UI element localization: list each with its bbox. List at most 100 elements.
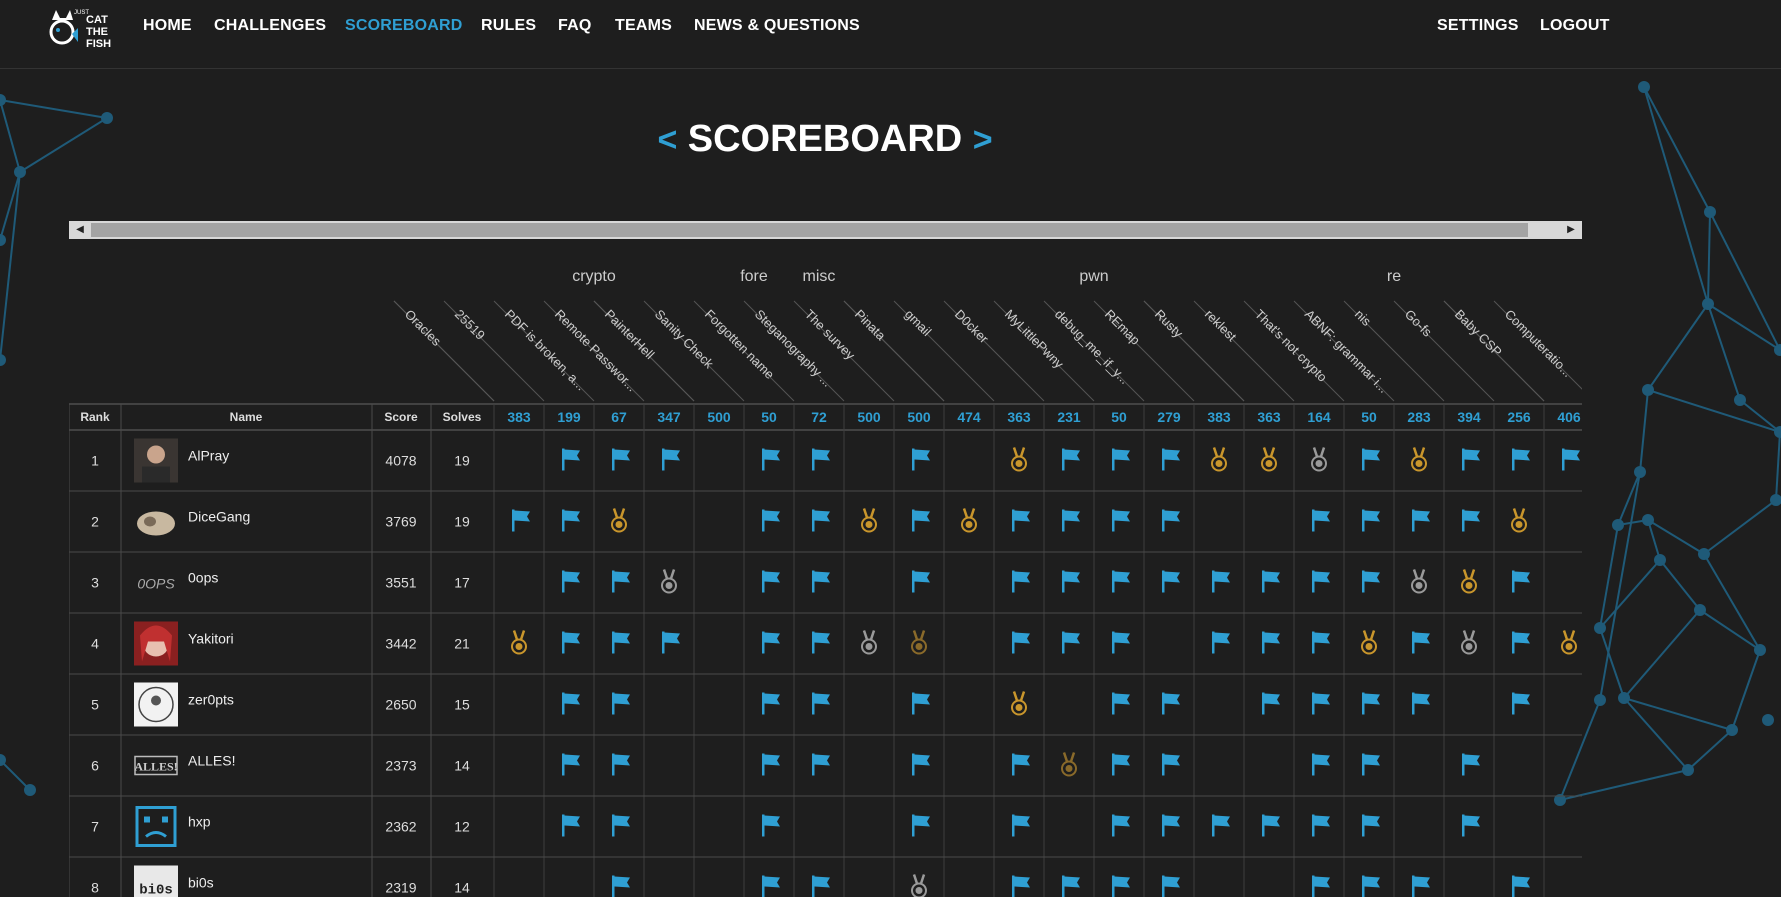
team-score: 3769	[385, 514, 416, 530]
network-edge	[1707, 303, 1741, 401]
team-row[interactable]	[69, 552, 1582, 613]
challenge-points-label: 283	[1407, 409, 1431, 425]
team-score: 4078	[385, 453, 416, 469]
team-row[interactable]	[69, 735, 1582, 796]
challenge-points-label: 256	[1507, 409, 1531, 425]
network-node	[14, 166, 26, 178]
svg-text:THE: THE	[86, 26, 108, 38]
nav-logout[interactable]: LOGOUT	[1540, 17, 1610, 35]
network-node	[1762, 714, 1774, 726]
challenge-points-label: 394	[1457, 409, 1481, 425]
network-edge	[1623, 609, 1701, 699]
network-node	[0, 234, 6, 246]
team-solves: 15	[454, 697, 470, 713]
network-edge	[1731, 649, 1761, 731]
network-edge	[1647, 389, 1781, 433]
challenge-name-label: Oracles	[402, 307, 445, 350]
network-node	[0, 354, 6, 366]
network-edge	[1647, 303, 1709, 391]
challenge-points-label: 363	[1007, 409, 1031, 425]
category-label-misc: misc	[803, 268, 836, 285]
network-node	[1654, 554, 1666, 566]
scroll-right-arrow-icon[interactable]: ▶	[1564, 224, 1578, 236]
nav-teams[interactable]: TEAMS	[615, 17, 672, 35]
network-edge	[1699, 609, 1761, 651]
anime-avatar	[134, 621, 178, 666]
team-solves: 19	[454, 514, 470, 530]
horizontal-scrollbar[interactable]: ◀ ▶	[69, 221, 1582, 239]
nav-scoreboard[interactable]: SCOREBOARD	[345, 17, 463, 35]
challenge-points-label: 383	[1207, 409, 1231, 425]
nav-settings[interactable]: SETTINGS	[1437, 17, 1519, 35]
team-name-link[interactable]: hxp	[188, 814, 211, 830]
svg-text:bi0s: bi0s	[139, 883, 173, 897]
network-edge	[1617, 471, 1641, 526]
scrollbar-thumb[interactable]	[91, 223, 1528, 237]
team-name-link[interactable]: bi0s	[188, 875, 214, 891]
team-score: 3442	[385, 636, 416, 652]
network-edge	[1643, 86, 1711, 213]
team-row[interactable]	[69, 613, 1582, 674]
name-column-header: Name	[230, 410, 263, 424]
team-row[interactable]	[69, 491, 1582, 552]
team-rank: 8	[91, 880, 99, 896]
page-title: < SCOREBOARD >	[0, 118, 1650, 161]
nav-faq[interactable]: FAQ	[558, 17, 592, 35]
cat-fish-logo[interactable]: JUST CAT THE FISH	[44, 4, 122, 50]
network-edge	[1623, 697, 1689, 771]
challenge-points-label: 406	[1557, 409, 1581, 425]
team-row[interactable]	[69, 796, 1582, 857]
team-name-link[interactable]: AlPray	[188, 448, 229, 464]
network-edge	[1703, 499, 1777, 555]
svg-text:CAT: CAT	[86, 14, 108, 26]
team-rank: 6	[91, 758, 99, 774]
team-name-link[interactable]: zer0pts	[188, 692, 234, 708]
team-score: 2362	[385, 819, 416, 835]
team-solves: 12	[454, 819, 470, 835]
challenge-points-label: 474	[957, 409, 981, 425]
team-row[interactable]	[69, 430, 1582, 491]
category-label-re: re	[1387, 268, 1401, 285]
team-rank: 4	[91, 636, 99, 652]
team-score: 2373	[385, 758, 416, 774]
challenge-points-label: 50	[1111, 409, 1127, 425]
nav-news-questions[interactable]: NEWS & QUESTIONS	[694, 17, 860, 35]
title-right-bracket: >	[972, 121, 993, 159]
team-rank: 3	[91, 575, 99, 591]
network-node	[1642, 384, 1654, 396]
team-solves: 14	[454, 758, 470, 774]
network-edge	[1703, 553, 1761, 651]
challenge-name-label: REmap	[1102, 307, 1143, 348]
team-name-link[interactable]: DiceGang	[188, 509, 250, 525]
challenge-name-label: Pinata	[852, 307, 889, 344]
network-node	[24, 784, 36, 796]
team-name-link[interactable]: ALLES!	[188, 753, 235, 769]
team-score: 3551	[385, 575, 416, 591]
nav-home[interactable]: HOME	[143, 17, 192, 35]
challenge-points-label: 199	[557, 409, 581, 425]
challenge-name-label: reklest	[1202, 307, 1240, 345]
nav-challenges[interactable]: CHALLENGES	[214, 17, 326, 35]
challenge-points-label: 500	[857, 409, 881, 425]
challenge-points-label: 363	[1257, 409, 1281, 425]
scroll-left-arrow-icon[interactable]: ◀	[73, 224, 87, 236]
category-label-pwn: pwn	[1079, 268, 1108, 285]
network-node	[1754, 644, 1766, 656]
challenge-name-label: D0cker	[952, 307, 992, 347]
nav-rules[interactable]: RULES	[481, 17, 536, 35]
person-photo-avatar	[134, 438, 178, 483]
alles-logo-avatar: ALLES!	[134, 755, 178, 776]
team-solves: 17	[454, 575, 470, 591]
challenge-points-label: 383	[507, 409, 531, 425]
team-name-link[interactable]: Yakitori	[188, 631, 234, 647]
challenge-points-label: 72	[811, 409, 827, 425]
challenge-name-label: ABNF: grammar i...	[1302, 307, 1391, 396]
network-edge	[1775, 431, 1781, 501]
challenge-name-label: Baby CSP	[1452, 307, 1505, 360]
team-score: 2650	[385, 697, 416, 713]
challenge-points-label: 347	[657, 409, 681, 425]
team-name-link[interactable]: 0ops	[188, 570, 218, 586]
team-row[interactable]	[69, 857, 1582, 897]
network-node	[1726, 724, 1738, 736]
team-row[interactable]	[69, 674, 1582, 735]
